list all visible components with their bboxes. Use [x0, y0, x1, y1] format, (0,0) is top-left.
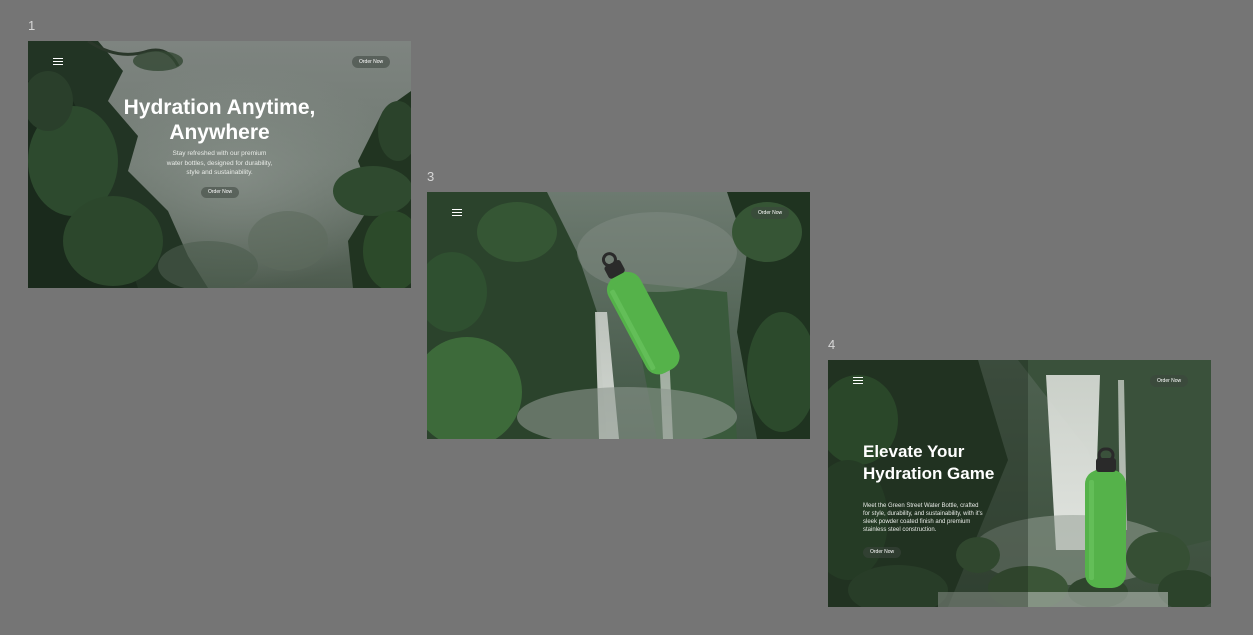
hero-title-line: Elevate Your — [863, 442, 965, 461]
hero-description-line: sleek powder coated finish and premium — [863, 519, 971, 525]
hero-title-line: Hydration Game — [863, 464, 995, 483]
hero-description-line: style and sustainability. — [186, 169, 253, 176]
hero-title: Elevate Your Hydration Game — [863, 441, 994, 485]
frame-label: 4 — [828, 337, 836, 352]
menu-icon[interactable] — [53, 58, 63, 65]
order-now-button[interactable]: Order Now — [1150, 375, 1189, 387]
hero-frame-3: Order Now — [427, 192, 810, 439]
hero-description-line: Stay refreshed with our premium — [172, 150, 267, 157]
order-now-button[interactable]: Order Now — [352, 56, 391, 68]
hero-cta-button[interactable]: Order Now — [863, 547, 902, 558]
frame-label: 3 — [427, 169, 435, 184]
hero-description: Meet the Green Street Water Bottle, craf… — [863, 502, 983, 534]
menu-icon[interactable] — [853, 377, 863, 384]
hero-title-line: Anywhere — [169, 121, 270, 144]
hero-description: Stay refreshed with our premium water bo… — [28, 149, 411, 178]
hero-description-line: stainless steel construction. — [863, 527, 937, 533]
hero-description-line: for style, durability, and sustainabilit… — [863, 511, 983, 517]
order-now-button[interactable]: Order Now — [751, 207, 790, 219]
menu-icon[interactable] — [452, 209, 462, 216]
hero-cta-button[interactable]: Order Now — [201, 187, 240, 198]
hero-description-line: water bottles, designed for durability, — [166, 159, 273, 167]
waterfall-background — [427, 192, 810, 439]
hero-frame-1: Order Now Hydration Anytime, Anywhere St… — [28, 41, 411, 288]
hero-title-line: Hydration Anytime, — [123, 96, 316, 119]
hero-title: Hydration Anytime, Anywhere — [28, 95, 411, 145]
hero-description-line: Meet the Green Street Water Bottle, craf… — [863, 503, 979, 509]
hero-frame-4: Order Now Elevate Your Hydration Game Me… — [828, 360, 1211, 607]
frame-label: 1 — [28, 18, 36, 33]
